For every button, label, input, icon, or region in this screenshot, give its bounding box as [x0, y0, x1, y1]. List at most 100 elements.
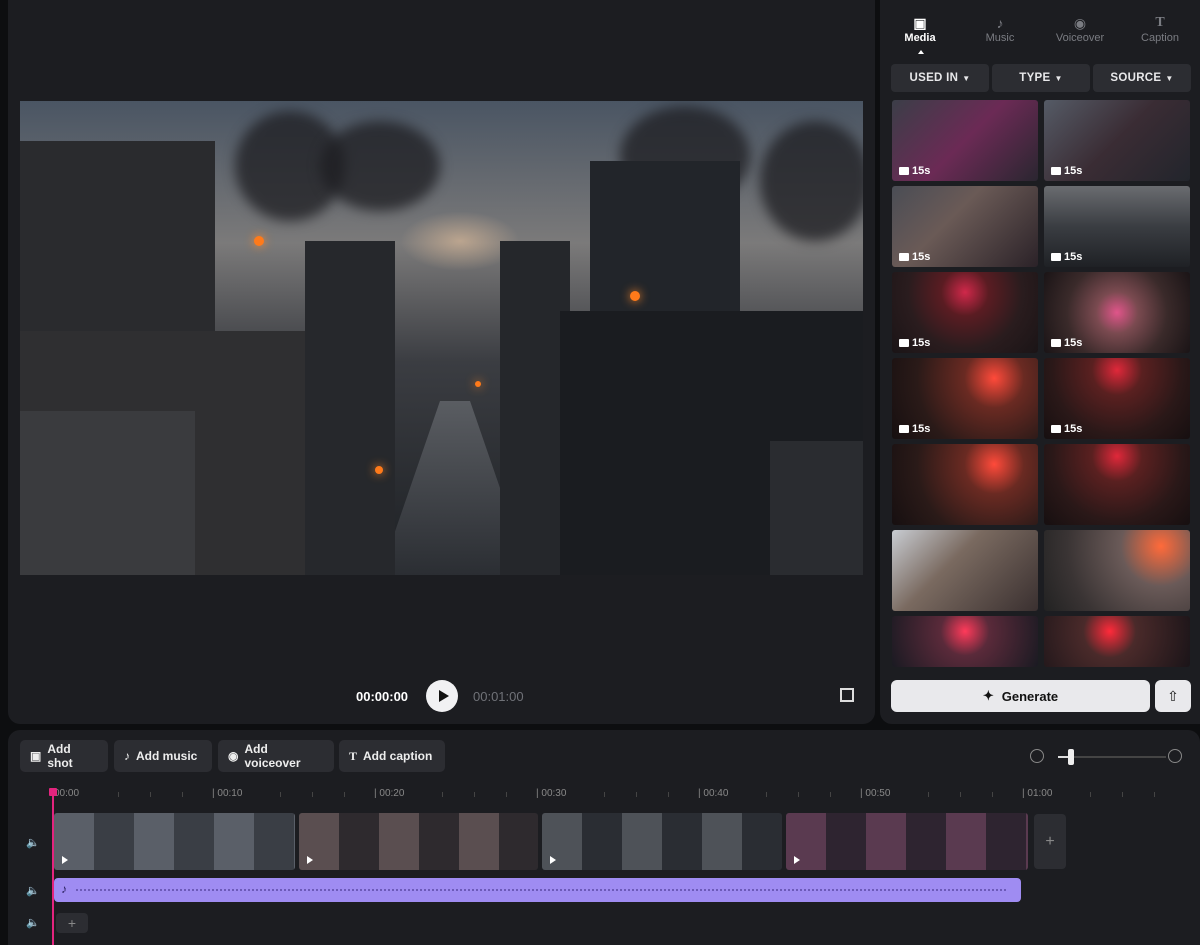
button-label: Add voiceover	[244, 742, 301, 770]
time-ruler[interactable]: 00:00 | 00:10 | 00:20 | 00:30 | 00:40 | …	[8, 784, 1200, 804]
play-icon	[438, 690, 449, 702]
filter-used-in[interactable]: USED IN ▼	[891, 64, 989, 92]
microphone-icon: ◉	[228, 749, 239, 763]
tab-voiceover[interactable]: ◉ Voiceover	[1040, 10, 1120, 54]
ruler-label: | 00:40	[698, 788, 729, 799]
add-shot-button[interactable]: ▣ Add shot	[20, 740, 108, 772]
video-clip[interactable]	[54, 813, 295, 870]
media-thumbnail[interactable]	[1044, 616, 1190, 667]
duration-text: 15s	[912, 165, 931, 177]
play-icon	[794, 856, 800, 864]
duration-badge: 15s	[899, 251, 930, 263]
fullscreen-icon-corners	[840, 688, 854, 702]
music-note-icon: ♪	[61, 882, 67, 896]
speaker-icon[interactable]: 🔈	[26, 916, 40, 929]
media-thumbnail[interactable]: 15s	[1044, 186, 1190, 267]
media-filters: USED IN ▼ TYPE ▼ SOURCE ▼	[891, 64, 1191, 92]
media-grid: 15s 15s 15s 15s 15s 15s 15s 15s	[892, 100, 1190, 667]
video-camera-icon	[899, 339, 909, 347]
video-clip[interactable]	[299, 813, 538, 870]
ruler-label: | 01:00	[1022, 788, 1053, 799]
tab-label: Media	[904, 32, 936, 44]
chevron-down-icon: ▼	[962, 73, 971, 83]
media-thumbnail[interactable]: 15s	[892, 272, 1038, 353]
play-icon	[550, 856, 556, 864]
media-thumbnail[interactable]: 15s	[1044, 100, 1190, 181]
microphone-icon: ◉	[1073, 15, 1087, 31]
ruler-label: | 00:30	[536, 788, 567, 799]
duration-badge: 15s	[1051, 251, 1082, 263]
filter-label: SOURCE	[1110, 72, 1162, 84]
button-label: Add music	[136, 749, 198, 763]
zoom-slider-handle[interactable]	[1068, 749, 1074, 765]
chevron-down-icon: ▼	[1054, 73, 1063, 83]
media-thumbnail[interactable]	[1044, 444, 1190, 525]
tab-label: Music	[985, 32, 1015, 44]
generate-button[interactable]: ✦ Generate	[891, 680, 1150, 712]
playhead[interactable]	[52, 788, 54, 945]
music-note-icon: ♪	[124, 749, 130, 763]
play-icon	[62, 856, 68, 864]
preview-panel: 00:00:00 00:01:00	[8, 0, 875, 724]
filter-type[interactable]: TYPE ▼	[992, 64, 1090, 92]
add-music-button[interactable]: ♪ Add music	[114, 740, 212, 772]
play-button[interactable]	[426, 680, 458, 712]
filter-label: USED IN	[909, 72, 959, 84]
add-track-button[interactable]: +	[56, 913, 88, 933]
music-track[interactable]: ♪	[54, 878, 1021, 902]
duration-text: 15s	[1064, 165, 1083, 177]
zoom-out-icon[interactable]	[1030, 749, 1044, 763]
add-caption-button[interactable]: T Add caption	[339, 740, 445, 772]
tab-label: Voiceover	[1055, 32, 1105, 44]
current-time: 00:00:00	[356, 689, 409, 704]
plus-icon: +	[67, 915, 77, 931]
duration-text: 15s	[1064, 251, 1083, 263]
media-thumbnail[interactable]	[892, 444, 1038, 525]
video-clip[interactable]	[542, 813, 782, 870]
video-camera-icon	[899, 425, 909, 433]
duration-text: 15s	[1064, 337, 1083, 349]
tab-music[interactable]: ♪ Music	[960, 10, 1040, 54]
upload-button[interactable]: ⇧	[1155, 680, 1191, 712]
button-label: Add caption	[363, 749, 433, 763]
duration-badge: 15s	[899, 165, 930, 177]
media-thumbnail[interactable]: 15s	[1044, 272, 1190, 353]
text-icon: T	[349, 748, 358, 763]
filter-label: TYPE	[1019, 72, 1051, 84]
media-thumbnail[interactable]: 15s	[892, 358, 1038, 439]
media-thumbnail[interactable]	[1044, 530, 1190, 611]
add-voiceover-button[interactable]: ◉ Add voiceover	[218, 740, 334, 772]
panel-tabs: ▣ Media ♪ Music ◉ Voiceover T Caption	[880, 10, 1200, 54]
upload-icon: ⇧	[1167, 687, 1179, 704]
video-clip[interactable]	[786, 813, 1028, 870]
video-preview[interactable]	[20, 101, 863, 575]
zoom-slider-track[interactable]	[1058, 756, 1166, 758]
duration-text: 15s	[912, 251, 931, 263]
video-camera-icon	[1051, 339, 1061, 347]
add-clip-button[interactable]: +	[1034, 814, 1066, 869]
tab-caption[interactable]: T Caption	[1120, 10, 1200, 54]
filter-source[interactable]: SOURCE ▼	[1093, 64, 1191, 92]
speaker-icon[interactable]: 🔈	[26, 836, 40, 849]
media-icon: ▣	[913, 15, 927, 31]
duration-badge: 15s	[899, 423, 930, 435]
duration-text: 15s	[912, 423, 931, 435]
media-thumbnail[interactable]: 15s	[1044, 358, 1190, 439]
media-thumbnail[interactable]: 15s	[892, 186, 1038, 267]
video-camera-icon	[1051, 425, 1061, 433]
zoom-in-icon[interactable]	[1168, 749, 1182, 763]
video-camera-icon	[1051, 253, 1061, 261]
video-camera-icon	[899, 167, 909, 175]
player-controls: 00:00:00 00:01:00	[8, 676, 875, 716]
media-thumbnail[interactable]: 15s	[892, 100, 1038, 181]
media-thumbnail[interactable]	[892, 530, 1038, 611]
timeline-panel: ▣ Add shot ♪ Add music ◉ Add voiceover T…	[8, 730, 1200, 945]
plus-icon: +	[1045, 832, 1055, 850]
media-thumbnail[interactable]	[892, 616, 1038, 667]
tab-media[interactable]: ▣ Media	[880, 10, 960, 54]
speaker-icon[interactable]: 🔈	[26, 884, 40, 897]
chevron-down-icon: ▼	[1165, 73, 1174, 83]
ruler-label: | 00:20	[374, 788, 405, 799]
text-icon: T	[1155, 15, 1165, 30]
playhead-handle[interactable]	[49, 788, 57, 796]
